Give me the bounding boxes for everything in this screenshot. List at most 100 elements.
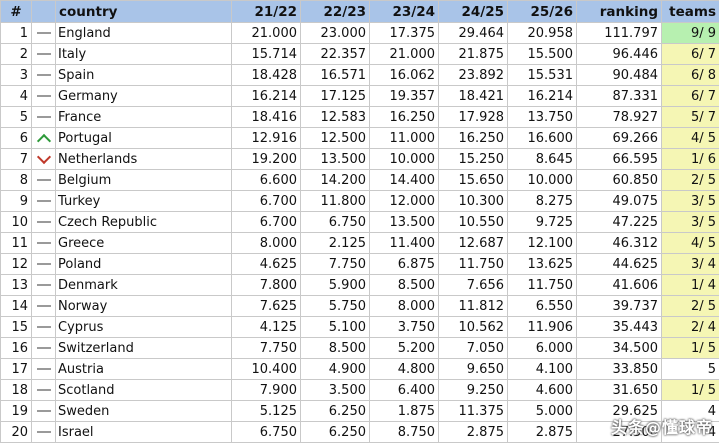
season-21-22-cell: 5.125 <box>232 401 301 422</box>
table-row[interactable]: 4Germany16.21417.12519.35718.42116.21487… <box>1 86 719 107</box>
season-21-22-cell: 6.700 <box>232 212 301 233</box>
season-21-22-cell: 6.600 <box>232 170 301 191</box>
table-row[interactable]: 12Poland4.6257.7506.87511.75013.62544.62… <box>1 254 719 275</box>
country-cell: Denmark <box>56 275 232 296</box>
season-23-24-cell: 10.000 <box>370 149 439 170</box>
header-season-21-22[interactable]: 21/22 <box>232 1 301 23</box>
season-25-26-cell: 12.100 <box>508 233 577 254</box>
trend-cell <box>32 359 56 380</box>
ranking-cell: 66.595 <box>577 149 662 170</box>
table-row[interactable]: 10Czech Republic6.7006.75013.50010.5509.… <box>1 212 719 233</box>
header-country[interactable]: country <box>56 1 232 23</box>
season-25-26-cell: 4.600 <box>508 380 577 401</box>
rank-cell: 15 <box>1 317 32 338</box>
table-row[interactable]: 18Scotland7.9003.5006.4009.2504.60031.65… <box>1 380 719 401</box>
rank-cell: 19 <box>1 401 32 422</box>
teams-cell: 1/ 5 <box>662 380 719 401</box>
trend-cell <box>32 65 56 86</box>
rank-cell: 11 <box>1 233 32 254</box>
ranking-cell: 41.606 <box>577 275 662 296</box>
season-24-25-cell: 12.687 <box>439 233 508 254</box>
season-22-23-cell: 12.583 <box>301 107 370 128</box>
rank-cell: 9 <box>1 191 32 212</box>
season-21-22-cell: 7.900 <box>232 380 301 401</box>
season-21-22-cell: 4.125 <box>232 317 301 338</box>
season-23-24-cell: 12.000 <box>370 191 439 212</box>
season-25-26-cell: 13.625 <box>508 254 577 275</box>
header-season-22-23[interactable]: 22/23 <box>301 1 370 23</box>
table-row[interactable]: 14Norway7.6255.7508.00011.8126.55039.737… <box>1 296 719 317</box>
table-row[interactable]: 9Turkey6.70011.80012.00010.3008.27549.07… <box>1 191 719 212</box>
teams-cell: 9/ 9 <box>662 23 719 44</box>
table-row[interactable]: 8Belgium6.60014.20014.40015.65010.00060.… <box>1 170 719 191</box>
country-cell: Italy <box>56 44 232 65</box>
season-23-24-cell: 11.000 <box>370 128 439 149</box>
header-season-23-24[interactable]: 23/24 <box>370 1 439 23</box>
season-25-26-cell: 4.100 <box>508 359 577 380</box>
rank-cell: 10 <box>1 212 32 233</box>
table-row[interactable]: 7Netherlands19.20013.50010.00015.2508.64… <box>1 149 719 170</box>
header-rank[interactable]: # <box>1 1 32 23</box>
trend-flat-icon <box>37 200 51 202</box>
table-row[interactable]: 16Switzerland7.7508.5005.2007.0506.00034… <box>1 338 719 359</box>
rank-cell: 1 <box>1 23 32 44</box>
table-row[interactable]: 15Cyprus4.1255.1003.75010.56211.90635.44… <box>1 317 719 338</box>
teams-cell: 2/ 5 <box>662 170 719 191</box>
season-21-22-cell: 8.000 <box>232 233 301 254</box>
table-row[interactable]: 3Spain18.42816.57116.06223.89215.53190.4… <box>1 65 719 86</box>
season-22-23-cell: 14.200 <box>301 170 370 191</box>
season-23-24-cell: 16.250 <box>370 107 439 128</box>
trend-cell <box>32 44 56 65</box>
rank-cell: 3 <box>1 65 32 86</box>
table-row[interactable]: 1England21.00023.00017.37529.46420.95811… <box>1 23 719 44</box>
season-23-24-cell: 1.875 <box>370 401 439 422</box>
table-row[interactable]: 17Austria10.4004.9004.8009.6504.10033.85… <box>1 359 719 380</box>
header-season-25-26[interactable]: 25/26 <box>508 1 577 23</box>
header-trend <box>32 1 56 23</box>
header-teams[interactable]: teams <box>662 1 719 23</box>
teams-cell: 2/ 4 <box>662 317 719 338</box>
season-22-23-cell: 23.000 <box>301 23 370 44</box>
country-cell: Cyprus <box>56 317 232 338</box>
ranking-cell: 34.500 <box>577 338 662 359</box>
season-25-26-cell: 10.000 <box>508 170 577 191</box>
table-row[interactable]: 2Italy15.71422.35721.00021.87515.50096.4… <box>1 44 719 65</box>
rank-cell: 13 <box>1 275 32 296</box>
season-23-24-cell: 21.000 <box>370 44 439 65</box>
country-cell: Poland <box>56 254 232 275</box>
season-22-23-cell: 6.250 <box>301 422 370 443</box>
ranking-cell: 46.312 <box>577 233 662 254</box>
season-24-25-cell: 21.875 <box>439 44 508 65</box>
table-row[interactable]: 6Portugal12.91612.50011.00016.25016.6006… <box>1 128 719 149</box>
season-21-22-cell: 7.750 <box>232 338 301 359</box>
season-22-23-cell: 13.500 <box>301 149 370 170</box>
season-23-24-cell: 4.800 <box>370 359 439 380</box>
table-row[interactable]: 13Denmark7.8005.9008.5007.65611.75041.60… <box>1 275 719 296</box>
season-21-22-cell: 18.416 <box>232 107 301 128</box>
table-row[interactable]: 11Greece8.0002.12511.40012.68712.10046.3… <box>1 233 719 254</box>
ranking-cell: 69.266 <box>577 128 662 149</box>
teams-cell: 1/ 6 <box>662 149 719 170</box>
rank-cell: 4 <box>1 86 32 107</box>
season-21-22-cell: 6.700 <box>232 191 301 212</box>
ranking-cell: 78.927 <box>577 107 662 128</box>
trend-cell <box>32 380 56 401</box>
trend-cell <box>32 170 56 191</box>
trend-cell <box>32 149 56 170</box>
season-21-22-cell: 18.428 <box>232 65 301 86</box>
rank-cell: 16 <box>1 338 32 359</box>
ranking-cell: 44.625 <box>577 254 662 275</box>
header-season-24-25[interactable]: 24/25 <box>439 1 508 23</box>
ranking-cell: 111.797 <box>577 23 662 44</box>
season-23-24-cell: 8.000 <box>370 296 439 317</box>
ranking-cell: 90.484 <box>577 65 662 86</box>
table-row[interactable]: 5France18.41612.58316.25017.92813.75078.… <box>1 107 719 128</box>
header-ranking[interactable]: ranking <box>577 1 662 23</box>
season-23-24-cell: 11.400 <box>370 233 439 254</box>
trend-flat-icon <box>37 242 51 244</box>
trend-flat-icon <box>37 95 51 97</box>
season-24-25-cell: 2.875 <box>439 422 508 443</box>
trend-cell <box>32 275 56 296</box>
season-23-24-cell: 8.750 <box>370 422 439 443</box>
trend-flat-icon <box>37 116 51 118</box>
